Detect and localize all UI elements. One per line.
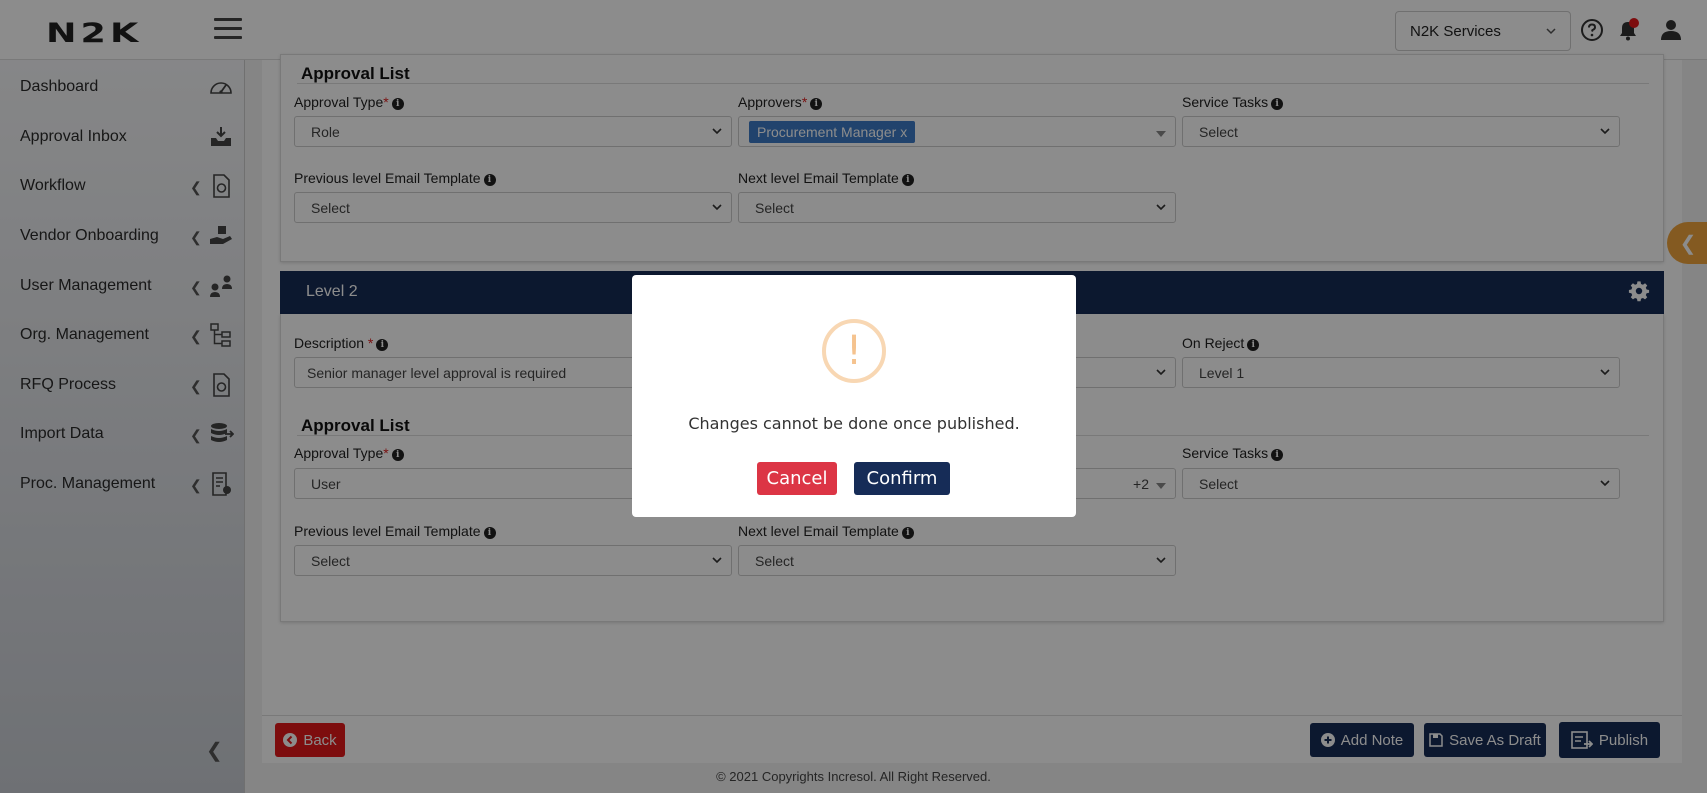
cancel-button[interactable]: Cancel <box>757 462 837 495</box>
warning-icon: ! <box>822 319 886 383</box>
confirm-dialog: ! Changes cannot be done once published.… <box>632 275 1076 517</box>
confirm-button[interactable]: Confirm <box>854 462 950 495</box>
dialog-message: Changes cannot be done once published. <box>688 414 1020 433</box>
